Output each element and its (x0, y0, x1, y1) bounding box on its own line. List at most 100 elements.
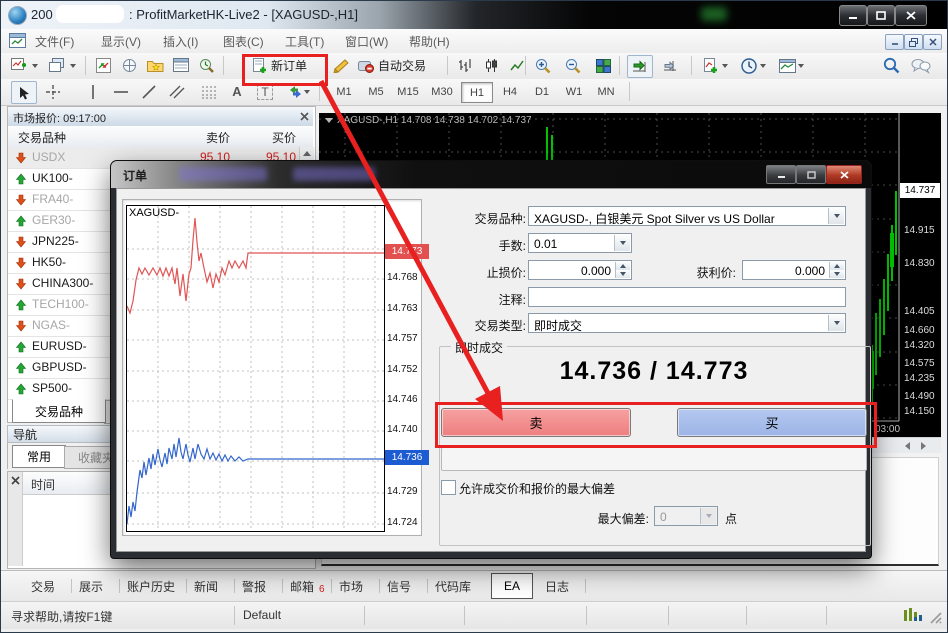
metaeditor-button[interactable] (329, 55, 353, 76)
tab-mailbox[interactable]: 邮箱 (290, 578, 314, 595)
chat-button[interactable] (909, 55, 933, 76)
dialog-minimize-button[interactable] (766, 165, 796, 184)
market-watch-button[interactable] (91, 55, 115, 76)
menu-charts[interactable]: 图表(C) (223, 33, 264, 50)
comment-input[interactable] (528, 287, 846, 307)
templates-dropdown[interactable] (795, 55, 807, 76)
dialog-close-button[interactable] (826, 165, 862, 184)
candlestick-button[interactable] (479, 55, 503, 76)
menu-tools[interactable]: 工具(T) (285, 33, 324, 50)
trendline-button[interactable] (137, 81, 161, 102)
chevron-down-icon (70, 64, 76, 68)
tab-journal[interactable]: 日志 (545, 578, 569, 595)
tab-history[interactable]: 账户历史 (127, 578, 175, 595)
timeframe-d1[interactable]: D1 (527, 82, 557, 101)
tab-common[interactable]: 常用 (12, 445, 66, 468)
new-chart-dropdown[interactable] (29, 55, 41, 76)
indicators-dropdown[interactable] (719, 55, 731, 76)
tile-windows-button[interactable] (591, 55, 615, 76)
timeframe-m5[interactable]: M5 (361, 82, 391, 101)
tab-news[interactable]: 新闻 (194, 578, 218, 595)
chevron-down-icon[interactable] (828, 208, 844, 224)
timeframe-h4[interactable]: H4 (495, 82, 525, 101)
timeframe-mn[interactable]: MN (591, 82, 621, 101)
autoscroll-button[interactable] (627, 55, 653, 78)
timeframe-w1[interactable]: W1 (559, 82, 589, 101)
spinner-up-icon[interactable] (829, 262, 844, 270)
tab-signals[interactable]: 信号 (387, 578, 411, 595)
chevron-down-icon[interactable] (614, 235, 630, 251)
maximize-button[interactable] (867, 5, 895, 26)
mdi-close-button[interactable] (923, 34, 942, 50)
resize-grip[interactable] (929, 611, 943, 625)
new-chart-button[interactable] (7, 55, 31, 76)
chevron-down-icon (700, 508, 716, 524)
redacted-account (56, 5, 124, 23)
periods-dropdown[interactable] (757, 55, 769, 76)
mdi-minimize-button[interactable] (885, 34, 904, 50)
profiles-dropdown[interactable] (67, 55, 79, 76)
close-icon[interactable] (11, 476, 20, 485)
spinner-up-icon[interactable] (615, 262, 630, 270)
timeframe-m15[interactable]: M15 (393, 82, 423, 101)
tab-exposure[interactable]: 展示 (79, 578, 103, 595)
terminal-button[interactable] (169, 55, 193, 76)
spinner-down-icon[interactable] (829, 270, 844, 278)
max-deviation-select: 0 (654, 506, 718, 526)
chart-shift-button[interactable] (659, 55, 683, 76)
minimize-button[interactable] (839, 5, 867, 26)
bar-chart-button[interactable] (453, 55, 477, 76)
fibonacci-button[interactable] (197, 81, 221, 102)
navigator-button[interactable] (143, 55, 167, 76)
column-time[interactable]: 时间 (31, 476, 55, 493)
column-symbol[interactable]: 交易品种 (18, 129, 66, 146)
menu-file[interactable]: 文件(F) (35, 33, 74, 50)
volume-select[interactable]: 0.01 (528, 233, 632, 253)
chevron-down-icon[interactable] (828, 315, 844, 331)
horizontal-line-button[interactable] (109, 81, 133, 102)
cursor-button[interactable] (11, 81, 37, 104)
column-ask[interactable]: 买价 (234, 129, 296, 146)
bid-line (127, 438, 384, 524)
data-window-button[interactable] (117, 55, 141, 76)
crosshair-button[interactable] (41, 81, 65, 102)
close-icon[interactable] (300, 112, 309, 121)
deviation-checkbox[interactable] (441, 480, 456, 495)
order-dialog-titlebar[interactable]: 订单 (111, 161, 871, 188)
take-profit-input[interactable]: 0.000 (742, 260, 846, 280)
menu-view[interactable]: 显示(V) (101, 33, 141, 50)
tab-ea[interactable]: EA (491, 573, 533, 599)
menu-help[interactable]: 帮助(H) (409, 33, 450, 50)
profiles-button[interactable] (45, 55, 69, 76)
tab-symbols[interactable]: 交易品种 (12, 399, 106, 423)
order-type-select[interactable]: 即时成交 (528, 313, 846, 333)
scroll-left-icon[interactable] (905, 442, 910, 450)
symbol-select[interactable]: XAGUSD-, 白银美元 Spot Silver vs US Dollar (528, 206, 846, 226)
search-button[interactable] (879, 55, 903, 76)
status-profile[interactable]: Default (243, 608, 281, 622)
zoom-out-button[interactable] (561, 55, 585, 76)
tab-trade[interactable]: 交易 (31, 578, 55, 595)
column-bid[interactable]: 卖价 (168, 129, 230, 146)
timeframe-m30[interactable]: M30 (427, 82, 457, 101)
strategy-tester-button[interactable] (195, 55, 219, 76)
scroll-right-icon[interactable] (921, 442, 926, 450)
stop-loss-input[interactable]: 0.000 (528, 260, 632, 280)
close-button[interactable] (895, 5, 927, 26)
spinner-down-icon[interactable] (615, 270, 630, 278)
autotrading-button[interactable]: 自动交易 (353, 55, 431, 76)
chevron-down-icon (798, 64, 804, 68)
tab-codebase[interactable]: 代码库 (435, 578, 471, 595)
timeframe-h1[interactable]: H1 (461, 82, 493, 103)
mdi-restore-button[interactable] (904, 34, 923, 50)
timeframe-m1[interactable]: M1 (329, 82, 359, 101)
menu-window[interactable]: 窗口(W) (345, 33, 388, 50)
tab-market[interactable]: 市场 (339, 578, 363, 595)
menu-insert[interactable]: 插入(I) (163, 33, 198, 50)
scroll-up-icon[interactable] (303, 151, 311, 156)
dialog-restore-button[interactable] (796, 165, 826, 184)
tab-alerts[interactable]: 警报 (242, 578, 266, 595)
zoom-in-button[interactable] (531, 55, 555, 76)
vertical-line-button[interactable] (81, 81, 105, 102)
channel-button[interactable] (165, 81, 189, 102)
